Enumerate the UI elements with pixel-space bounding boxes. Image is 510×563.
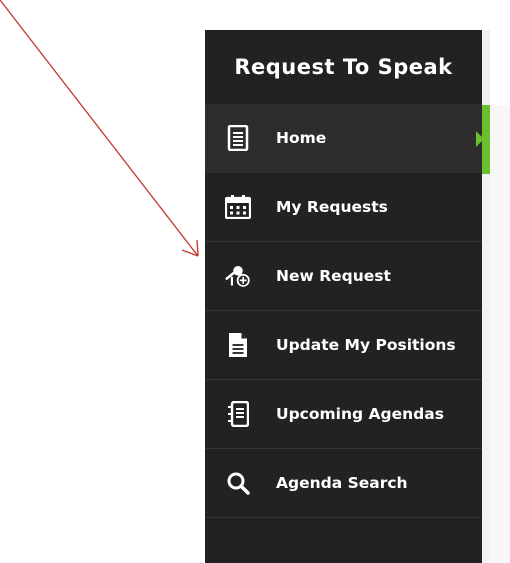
sidebar: Request To Speak Home My Requests New Re… (205, 30, 482, 563)
content-area (490, 105, 510, 563)
sidebar-item-label: New Request (276, 267, 391, 285)
notebook-icon (225, 401, 251, 427)
sidebar-item-update-my-positions[interactable]: Update My Positions (205, 311, 482, 380)
sidebar-item-label: Home (276, 129, 327, 147)
microphone-add-icon (225, 263, 251, 289)
sidebar-item-home[interactable]: Home (205, 104, 482, 173)
sidebar-item-my-requests[interactable]: My Requests (205, 173, 482, 242)
sidebar-item-label: Update My Positions (276, 336, 456, 354)
search-icon (225, 470, 251, 496)
app-title: Request To Speak (234, 55, 453, 79)
sidebar-item-upcoming-agendas[interactable]: Upcoming Agendas (205, 380, 482, 449)
home-document-icon (225, 125, 251, 151)
calendar-icon (225, 194, 251, 220)
sidebar-item-agenda-search[interactable]: Agenda Search (205, 449, 482, 518)
active-pointer (476, 131, 484, 147)
sidebar-item-new-request[interactable]: New Request (205, 242, 482, 311)
document-icon (225, 332, 251, 358)
sidebar-item-label: Agenda Search (276, 474, 408, 492)
sidebar-item-label: My Requests (276, 198, 388, 216)
sidebar-item-label: Upcoming Agendas (276, 405, 444, 423)
